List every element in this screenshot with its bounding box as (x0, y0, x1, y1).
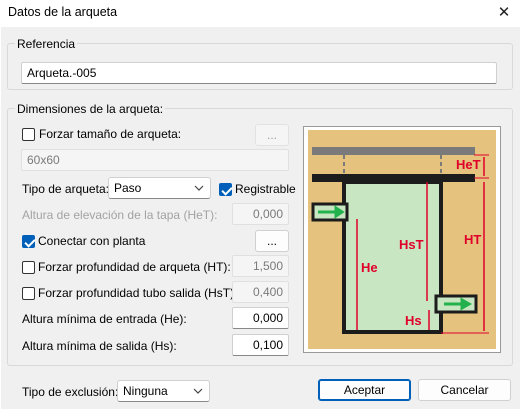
forzar-prof-tubo-label: Forzar profundidad tubo salida (HsT): (38, 286, 238, 300)
prof-tubo-field[interactable]: 0,400 (232, 281, 289, 303)
tipo-arqueta-select[interactable]: Paso (108, 177, 211, 199)
title-bar: Datos de la arqueta ✕ (0, 0, 521, 26)
hs-label: Hs (405, 313, 422, 328)
arqueta-diagram-svg: HeT HT HsT He Hs (308, 130, 496, 349)
lid-bar (312, 147, 475, 155)
prof-arqueta-field[interactable]: 1,500 (232, 255, 289, 277)
altura-entrada-label: Altura mínima de entrada (He): (22, 312, 187, 326)
registrable-checkbox[interactable] (219, 183, 232, 196)
forzar-tamano-browse-button[interactable]: ... (255, 124, 289, 146)
conectar-planta-browse-button[interactable]: ... (255, 230, 289, 252)
referencia-legend: Referencia (15, 37, 78, 51)
altura-tapa-field[interactable]: 0,000 (232, 203, 289, 225)
hst-label: HsT (399, 237, 424, 252)
accept-button[interactable]: Aceptar (318, 379, 411, 401)
cancel-button[interactable]: Cancelar (418, 379, 511, 401)
tipo-arqueta-value: Paso (114, 181, 142, 195)
dimensiones-legend: Dimensiones de la arqueta: (15, 102, 166, 116)
window-title: Datos de la arqueta (8, 5, 118, 19)
he-label: He (361, 260, 378, 275)
registrable-label: Registrable (235, 182, 296, 196)
conectar-planta-label: Conectar con planta (38, 234, 146, 248)
altura-entrada-field[interactable]: 0,000 (232, 307, 289, 329)
close-icon[interactable]: ✕ (494, 3, 514, 23)
altura-tapa-label: Altura de elevación de la tapa (HeT): (22, 208, 218, 222)
chevron-down-icon (193, 381, 203, 409)
referencia-input[interactable]: Arqueta.-005 (21, 62, 497, 84)
forzar-prof-arqueta-checkbox[interactable] (22, 261, 35, 274)
altura-salida-field[interactable]: 0,100 (232, 334, 289, 356)
size-field[interactable]: 60x60 (21, 149, 289, 171)
forzar-tamano-checkbox[interactable] (22, 128, 35, 141)
conectar-planta-checkbox[interactable] (22, 235, 35, 248)
altura-salida-label: Altura mínima de salida (Hs): (22, 339, 177, 353)
exclusion-value: Ninguna (123, 384, 168, 398)
het-label: HeT (456, 157, 481, 172)
ht-label: HT (464, 232, 481, 247)
tipo-arqueta-label: Tipo de arqueta: (22, 182, 109, 196)
exclusion-label: Tipo de exclusión: (22, 385, 119, 399)
arqueta-diagram: HeT HT HsT He Hs (303, 126, 501, 353)
forzar-tamano-label: Forzar tamaño de arqueta: (39, 127, 182, 141)
exclusion-select[interactable]: Ninguna (117, 380, 210, 402)
forzar-prof-tubo-checkbox[interactable] (22, 287, 35, 300)
forzar-prof-arqueta-label: Forzar profundidad de arqueta (HT): (38, 260, 231, 274)
chevron-down-icon (194, 178, 204, 206)
